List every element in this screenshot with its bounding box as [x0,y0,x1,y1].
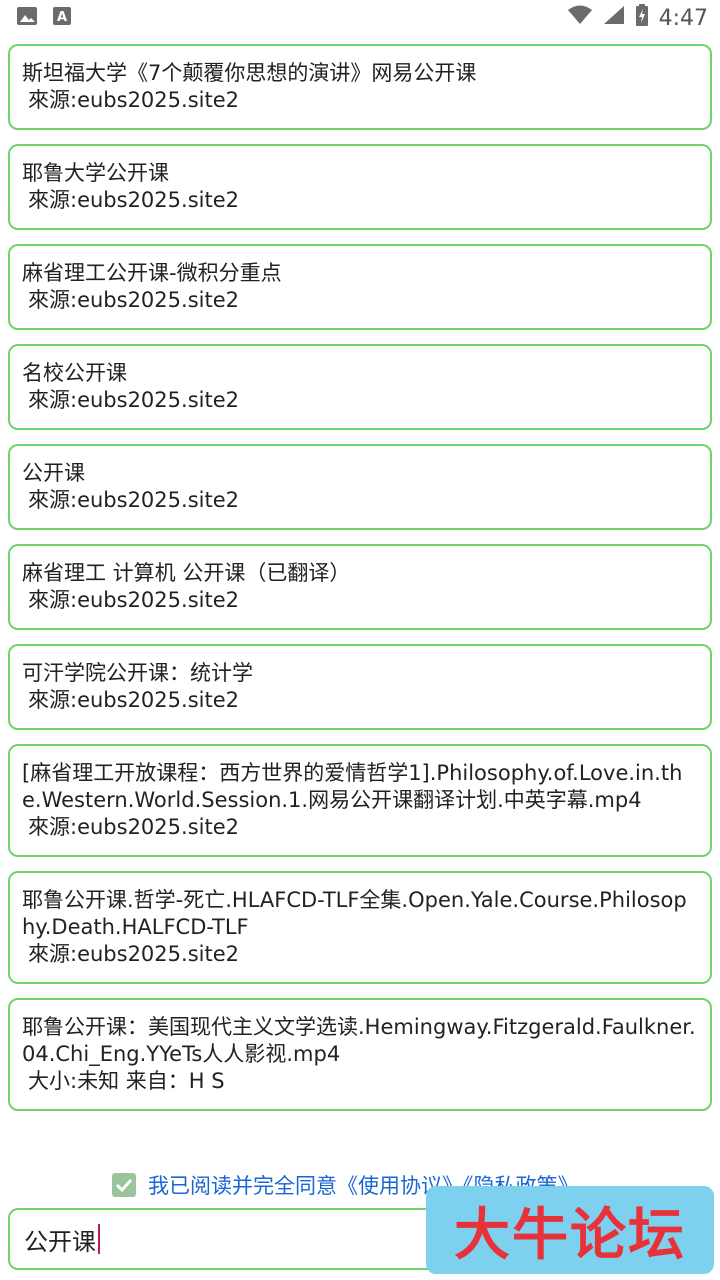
item-source: 來源:eubs2025.site2 [28,588,239,612]
list-item[interactable]: 耶鲁公开课：美国现代主义文学选读.Hemingway.Fitzgerald.Fa… [8,998,712,1111]
item-title: 名校公开课 [22,361,127,385]
list-item[interactable]: 斯坦福大学《7个颠覆你思想的演讲》网易公开课 來源:eubs2025.site2 [8,44,712,130]
item-source: 來源:eubs2025.site2 [28,388,239,412]
svg-text:A: A [57,10,67,25]
list-item[interactable]: 名校公开课 來源:eubs2025.site2 [8,344,712,430]
item-source: 來源:eubs2025.site2 [28,488,239,512]
list-item[interactable]: [麻省理工开放课程：西方世界的爱情哲学1].Philosophy.of.Love… [8,744,712,857]
results-list[interactable]: 斯坦福大学《7个颠覆你思想的演讲》网易公开课 來源:eubs2025.site2… [8,44,712,1154]
item-title: 耶鲁大学公开课 [22,161,169,185]
item-title: [麻省理工开放课程：西方世界的爱情哲学1].Philosophy.of.Love… [22,761,683,812]
item-source: 大小:未知 来自：H S [28,1069,225,1093]
watermark-text: 大牛论坛 [454,1202,686,1268]
item-source: 來源:eubs2025.site2 [28,88,239,112]
item-title: 可汗学院公开课：统计学 [22,661,253,685]
item-source: 來源:eubs2025.site2 [28,815,239,839]
text-app-icon: A [52,6,72,30]
agreement-checkbox[interactable] [112,1173,136,1197]
search-input-value: 公开课 [24,1227,96,1256]
item-title: 麻省理工公开课-微积分重点 [22,261,282,285]
forum-watermark: 大牛论坛 [426,1186,714,1274]
status-bar: A 4:47 [0,0,720,36]
item-title: 斯坦福大学《7个颠覆你思想的演讲》网易公开课 [22,61,477,85]
item-title: 耶鲁公开课.哲学-死亡.HLAFCD-TLF全集.Open.Yale.Cours… [22,888,687,939]
image-icon [16,6,38,30]
list-item[interactable]: 耶鲁大学公开课 來源:eubs2025.site2 [8,144,712,230]
signal-icon [603,5,625,31]
list-item[interactable]: 麻省理工公开课-微积分重点 來源:eubs2025.site2 [8,244,712,330]
item-source: 來源:eubs2025.site2 [28,288,239,312]
item-source: 來源:eubs2025.site2 [28,942,239,966]
list-item[interactable]: 麻省理工 计算机 公开课（已翻译） 來源:eubs2025.site2 [8,544,712,630]
text-cursor [98,1224,100,1254]
list-item[interactable]: 耶鲁公开课.哲学-死亡.HLAFCD-TLF全集.Open.Yale.Cours… [8,871,712,984]
item-source: 來源:eubs2025.site2 [28,688,239,712]
item-source: 來源:eubs2025.site2 [28,188,239,212]
wifi-icon [567,5,593,31]
clock: 4:47 [658,5,708,31]
item-title: 耶鲁公开课：美国现代主义文学选读.Hemingway.Fitzgerald.Fa… [22,1015,696,1066]
list-item[interactable]: 公开课 來源:eubs2025.site2 [8,444,712,530]
battery-charging-icon [635,4,649,32]
item-title: 公开课 [22,461,85,485]
list-item[interactable]: 可汗学院公开课：统计学 來源:eubs2025.site2 [8,644,712,730]
item-title: 麻省理工 计算机 公开课（已翻译） [22,561,351,585]
check-icon [115,1178,133,1193]
